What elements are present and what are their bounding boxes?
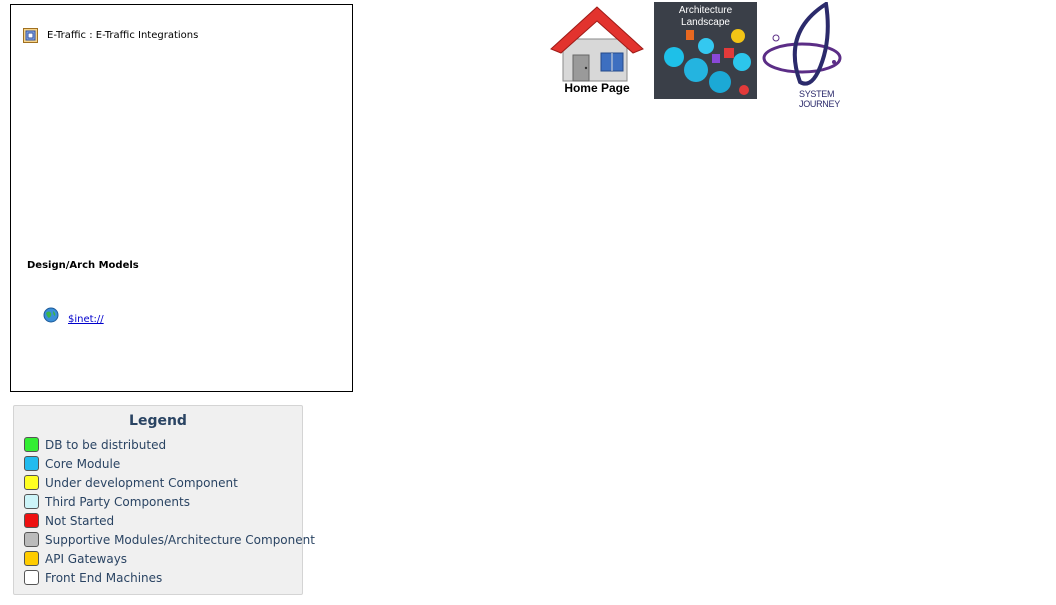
architecture-landscape-button[interactable]: Architecture Landscape: [654, 2, 757, 99]
legend-swatch: [24, 456, 39, 471]
legend-label: Third Party Components: [45, 494, 190, 509]
model-link-row[interactable]: $inet://: [43, 307, 104, 325]
section-heading: Design/Arch Models: [27, 260, 139, 271]
legend-label: Core Module: [45, 456, 121, 471]
diagram-title-row: E-Traffic : E-Traffic Integrations: [23, 28, 198, 43]
legend-label: Front End Machines: [45, 570, 163, 585]
legend-label: Supportive Modules/Architecture Componen…: [45, 532, 315, 547]
system-journey-label: SYSTEM JOURNEY: [799, 89, 840, 109]
package-icon: [23, 28, 38, 43]
legend-item: Under development Component: [24, 473, 315, 492]
house-icon: [550, 6, 644, 82]
legend-item: Not Started: [24, 511, 315, 530]
home-page-button[interactable]: Home Page: [549, 5, 645, 97]
legend-swatch: [24, 551, 39, 566]
architecture-landscape-label: Architecture Landscape: [678, 5, 733, 28]
legend-swatch: [24, 494, 39, 509]
legend-item: DB to be distributed: [24, 435, 315, 454]
legend-item: Supportive Modules/Architecture Componen…: [24, 530, 315, 549]
globe-icon: [43, 307, 59, 322]
system-journey-button[interactable]: SYSTEM JOURNEY: [762, 0, 872, 109]
legend-swatch: [24, 532, 39, 547]
legend-item: API Gateways: [24, 549, 315, 568]
legend-label: API Gateways: [45, 551, 128, 566]
legend-item: Front End Machines: [24, 568, 315, 587]
legend-label: DB to be distributed: [45, 437, 167, 452]
legend-label: Under development Component: [45, 475, 238, 490]
diagram-title: E-Traffic : E-Traffic Integrations: [47, 30, 199, 41]
legend-item: Core Module: [24, 454, 315, 473]
orbit-logo-icon: [762, 0, 842, 86]
legend-swatch: [24, 513, 39, 528]
legend-item: Third Party Components: [24, 492, 315, 511]
legend-swatch: [24, 437, 39, 452]
legend-swatch: [24, 570, 39, 585]
legend-label: Not Started: [45, 513, 115, 528]
model-link[interactable]: $inet://: [68, 314, 104, 325]
diagram-panel: E-Traffic : E-Traffic Integrations Desig…: [10, 4, 353, 392]
home-page-label: Home Page: [564, 81, 630, 95]
legend-list: DB to be distributed Core Module Under dev…: [24, 435, 315, 587]
legend-box: Legend DB to be distributed Core Module Un…: [13, 405, 315, 595]
legend-swatch: [24, 475, 39, 490]
legend-title: Legend: [129, 413, 187, 429]
